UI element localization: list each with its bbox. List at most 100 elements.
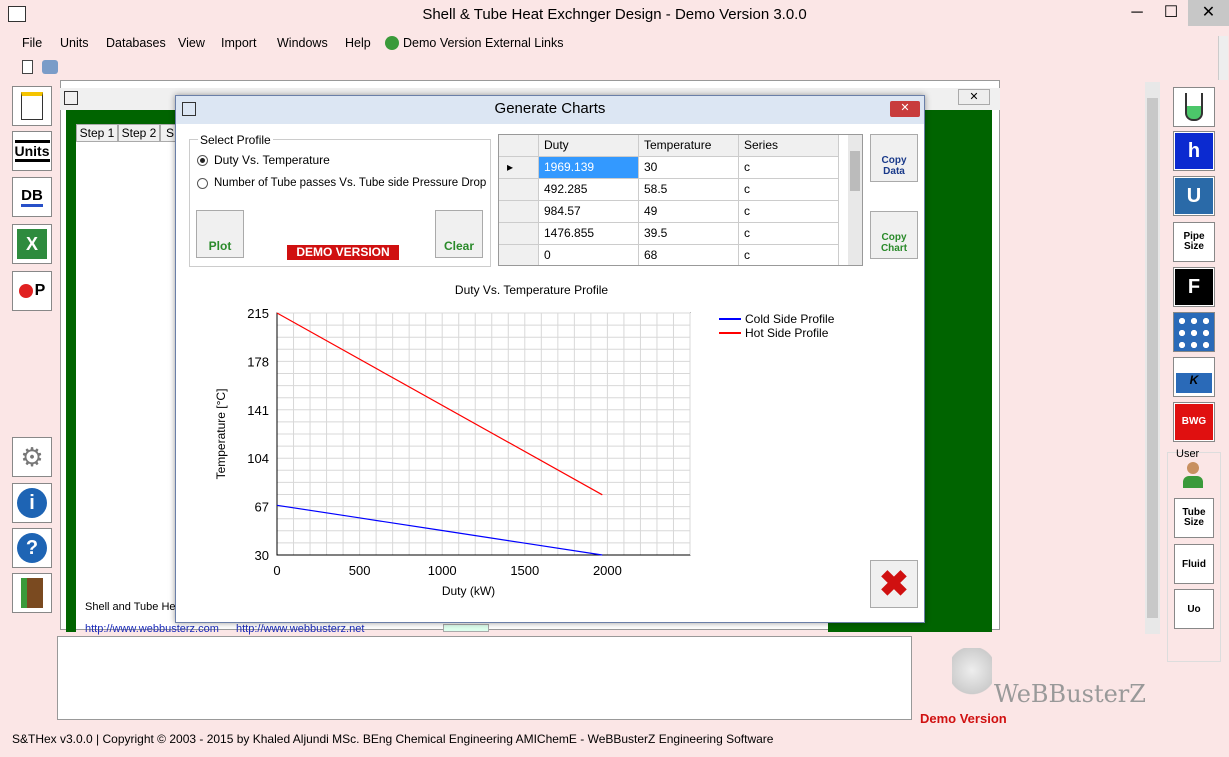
grid-cell[interactable]: c [739, 201, 839, 223]
database-button[interactable]: DB [12, 177, 52, 217]
grid-cell[interactable]: 1969.139 [539, 157, 639, 179]
grid-row-header[interactable]: ▸ [499, 157, 539, 179]
menu-units[interactable]: Units [60, 36, 88, 50]
grid-cell[interactable]: c [739, 245, 839, 265]
menu-help[interactable]: Help [345, 36, 371, 50]
grid-cell[interactable]: 30 [639, 157, 739, 179]
bwg-icon: BWG [1175, 404, 1213, 440]
menu-windows[interactable]: Windows [277, 36, 328, 50]
grid-cell[interactable]: c [739, 223, 839, 245]
right-scrollbar[interactable] [1218, 36, 1228, 80]
grid-cell[interactable]: 0 [539, 245, 639, 265]
grid-cell[interactable]: 39.5 [639, 223, 739, 245]
uo-button[interactable]: Uo [1174, 589, 1214, 629]
tube-size-button[interactable]: Tube Size [1174, 498, 1214, 538]
data-grid[interactable]: Duty Temperature Series ▸ 1969.139 30 c 492.… [498, 134, 863, 266]
u-button[interactable]: U [1173, 176, 1215, 216]
new-icon[interactable] [22, 60, 33, 74]
status-bar: S&THex v3.0.0 | Copyright © 2003 - 2015 … [12, 732, 774, 746]
plot-button[interactable]: Plot [196, 210, 244, 258]
flask-button[interactable] [1173, 87, 1215, 127]
pipe-size-button[interactable]: Pipe Size [1173, 222, 1215, 262]
legend-label: Hot Side Profile [745, 326, 829, 340]
mdi-footer-text: Shell and Tube He [85, 601, 176, 613]
menu-databases[interactable]: Databases [106, 36, 166, 50]
menu-view[interactable]: View [178, 36, 205, 50]
link-webbusterz-com[interactable]: http://www.webbusterz.com [85, 623, 219, 635]
close-dialog-button[interactable]: ✖ [870, 560, 918, 608]
grid-scroll-thumb[interactable] [850, 151, 860, 191]
pressure-button[interactable]: P [12, 271, 52, 311]
log-panel [57, 636, 912, 720]
radio-duty-temp[interactable] [197, 155, 208, 166]
y-tick-label: 104 [247, 451, 269, 466]
dialog-close-button[interactable]: ✕ [890, 101, 920, 117]
tube-pattern-button[interactable] [1173, 312, 1215, 352]
units-button[interactable]: Units [12, 131, 52, 171]
h-button[interactable]: h [1173, 131, 1215, 171]
excel-icon: X [17, 229, 47, 259]
window-title: Shell & Tube Heat Exchnger Design - Demo… [422, 6, 807, 23]
open-icon[interactable] [42, 60, 58, 74]
copy-data-button[interactable]: Copy Data [870, 134, 918, 182]
grid-row-header[interactable] [499, 201, 539, 223]
exit-button[interactable] [12, 573, 52, 613]
grid-header-temperature[interactable]: Temperature [639, 135, 739, 157]
radio-tube-passes-label[interactable]: Number of Tube passes Vs. Tube side Pres… [214, 177, 486, 189]
excel-button[interactable]: X [12, 224, 52, 264]
chart-title: Duty Vs. Temperature Profile [455, 283, 609, 297]
menu-external-links[interactable]: Demo Version External Links [403, 36, 564, 50]
h-icon: h [1175, 133, 1213, 169]
back-arrow-button[interactable] [443, 624, 489, 632]
menu-import[interactable]: Import [221, 36, 256, 50]
grid-cell[interactable]: 492.285 [539, 179, 639, 201]
grid-header-duty[interactable]: Duty [539, 135, 639, 157]
grid-header-series[interactable]: Series [739, 135, 839, 157]
grid-cell[interactable]: c [739, 179, 839, 201]
bwg-button[interactable]: BWG [1173, 402, 1215, 442]
demo-version-badge: DEMO VERSION [287, 245, 399, 260]
maximize-button[interactable]: ☐ [1154, 0, 1188, 26]
clear-button[interactable]: Clear [435, 210, 483, 258]
fluid-button[interactable]: Fluid [1174, 544, 1214, 584]
tab-step-3[interactable]: S [160, 124, 176, 142]
globe-icon [385, 36, 399, 50]
grid-cell[interactable]: c [739, 157, 839, 179]
k-button[interactable]: K [1173, 357, 1215, 397]
grid-cell[interactable]: 68 [639, 245, 739, 265]
dialog-title: Generate Charts [176, 96, 924, 124]
x-tick-label: 500 [349, 563, 371, 578]
grid-row-header[interactable] [499, 223, 539, 245]
grid-row-header[interactable] [499, 245, 539, 265]
grid-cell[interactable]: 49 [639, 201, 739, 223]
scrollbar-thumb[interactable] [1147, 98, 1158, 618]
f-button[interactable]: F [1173, 267, 1215, 307]
mdi-close-button[interactable]: ✕ [958, 89, 990, 105]
close-button[interactable]: ✕ [1188, 0, 1229, 26]
user-icon[interactable] [1183, 462, 1203, 490]
info-button[interactable]: i [12, 483, 52, 523]
brand-logo-icon [952, 648, 992, 704]
minimize-button[interactable]: ─ [1120, 0, 1154, 26]
radio-tube-passes[interactable] [197, 178, 208, 189]
menu-file[interactable]: File [22, 36, 42, 50]
grid-cell[interactable]: 1476.855 [539, 223, 639, 245]
new-document-button[interactable] [12, 86, 52, 126]
grid-cell[interactable]: 58.5 [639, 179, 739, 201]
link-webbusterz-net[interactable]: http://www.webbusterz.net [236, 623, 364, 635]
grid-cell[interactable]: 984.57 [539, 201, 639, 223]
tab-step-2[interactable]: Step 2 [118, 124, 160, 142]
copy-chart-button[interactable]: Copy Chart [870, 211, 918, 259]
tab-step-1[interactable]: Step 1 [76, 124, 118, 142]
y-tick-label: 30 [255, 548, 269, 563]
k-icon: K [1176, 373, 1212, 393]
group-title: Select Profile [198, 133, 273, 147]
grid-row-header[interactable] [499, 179, 539, 201]
clear-label: Clear [443, 239, 475, 253]
radio-duty-temp-label[interactable]: Duty Vs. Temperature [214, 153, 330, 167]
units-icon: Units [14, 140, 50, 162]
settings-button[interactable]: ⚙ [12, 437, 52, 477]
help-button[interactable]: ? [12, 528, 52, 568]
mdi-icon [64, 91, 78, 105]
pressure-label: P [34, 282, 46, 299]
